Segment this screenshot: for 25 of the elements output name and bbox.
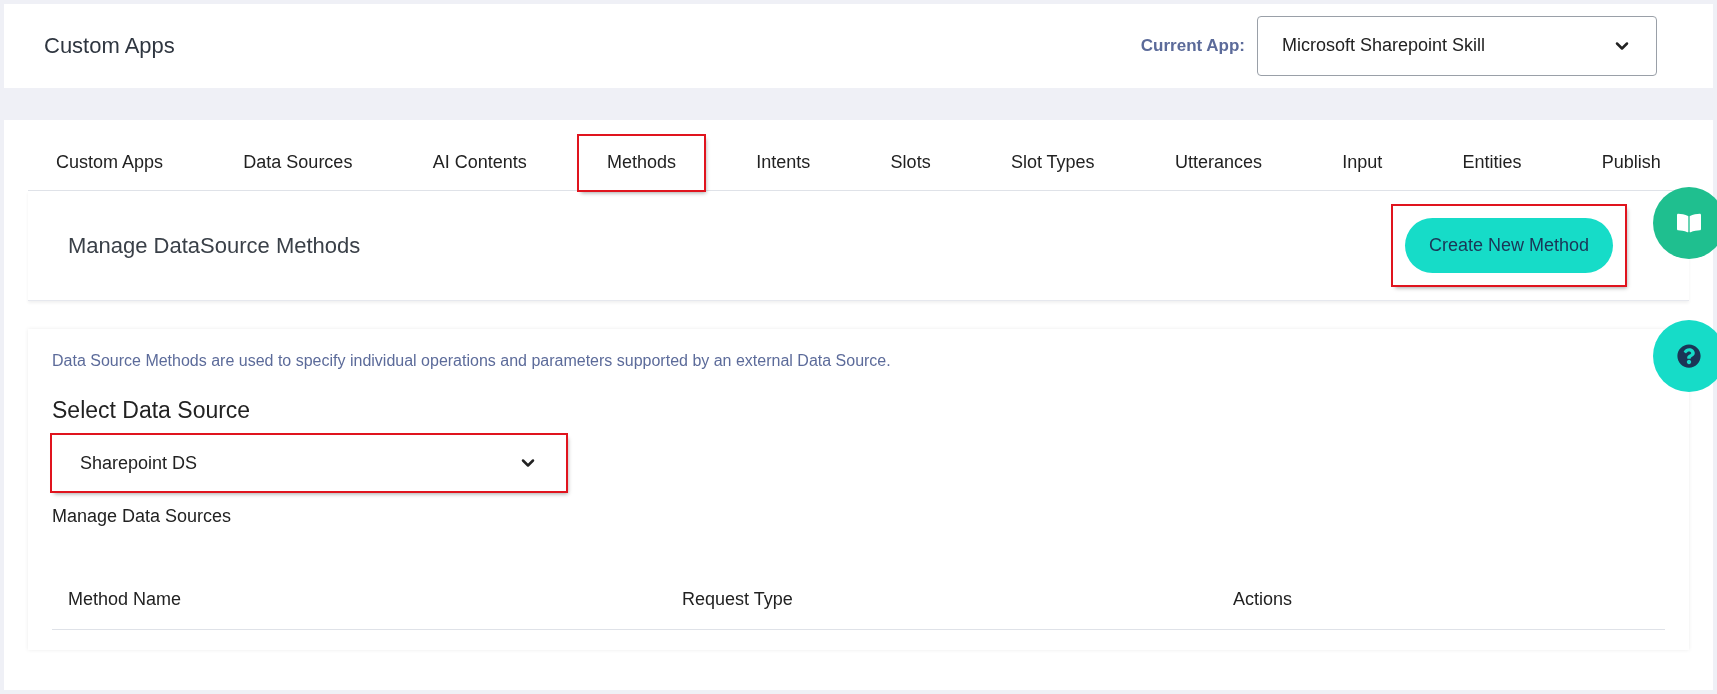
tab[interactable]: Publish — [1573, 135, 1689, 190]
tab[interactable]: Custom Apps — [28, 135, 192, 190]
tab[interactable]: Input — [1314, 135, 1411, 190]
description-text: Data Source Methods are used to specify individual operations and parameters supported by an external Data Source. — [52, 350, 892, 371]
tab[interactable]: Data Sources — [215, 135, 381, 190]
tab[interactable]: Slot Types — [982, 135, 1123, 190]
page-title: Custom Apps — [44, 32, 175, 61]
current-app-select[interactable]: Microsoft Sharepoint Skill — [1257, 15, 1657, 76]
column-header: Request Type — [682, 588, 794, 611]
section-title: Manage DataSource Methods — [68, 231, 361, 260]
select-label: Select Data Source — [52, 395, 252, 425]
tab[interactable]: Methods — [579, 135, 705, 190]
column-header: Method Name — [68, 588, 183, 611]
tab[interactable]: Utterances — [1146, 135, 1290, 190]
data-source-select[interactable]: Sharepoint DS — [52, 435, 566, 491]
create-new-method-button[interactable]: Create New Method — [1404, 217, 1613, 273]
column-header: Actions — [1233, 588, 1294, 611]
tab[interactable]: Entities — [1434, 135, 1550, 190]
current-app-label: Current App: — [1140, 35, 1245, 57]
book-icon — [1677, 211, 1701, 235]
tab[interactable]: Intents — [728, 135, 839, 190]
help-icon — [1677, 344, 1701, 368]
tab[interactable]: AI Contents — [404, 135, 555, 190]
tab[interactable]: Slots — [862, 135, 959, 190]
manage-data-sources-link[interactable]: Manage Data Sources — [52, 503, 232, 530]
